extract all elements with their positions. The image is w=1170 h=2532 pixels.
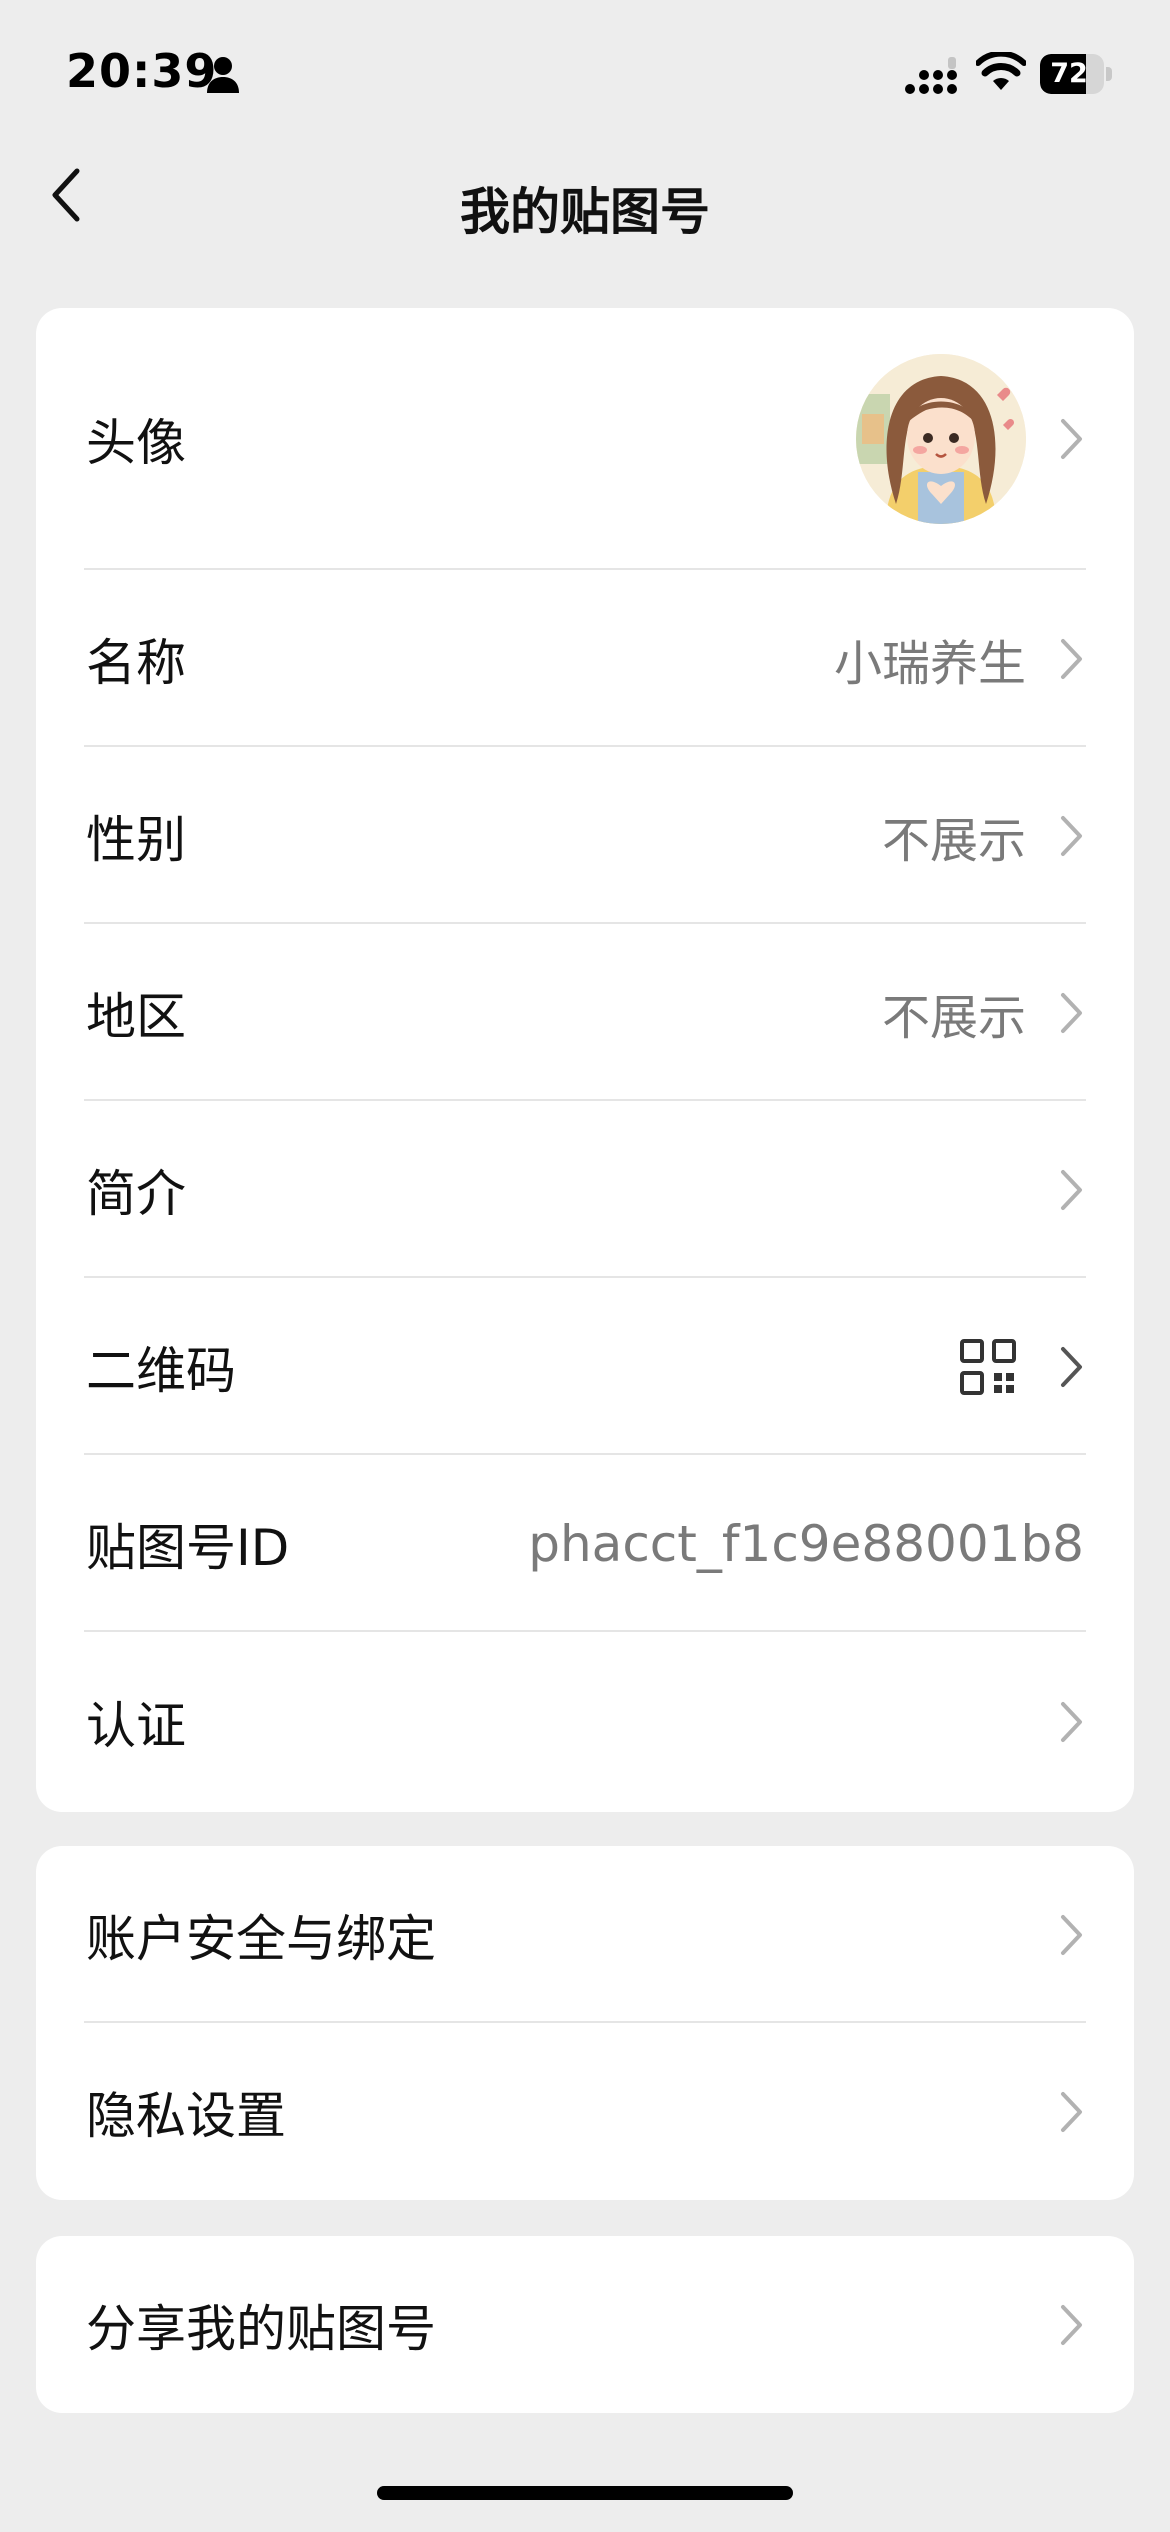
status-time: 20:39	[66, 44, 218, 98]
wifi-icon	[976, 52, 1026, 90]
status-bar: 20:39 72	[0, 0, 1170, 150]
chevron-right-icon	[1061, 2091, 1082, 2132]
row-name[interactable]: 名称 小瑞养生	[36, 570, 1134, 747]
row-label: 名称	[86, 633, 186, 692]
chevron-right-icon	[1061, 638, 1082, 679]
row-region[interactable]: 地区 不展示	[36, 924, 1134, 1101]
row-value: 不展示	[881, 989, 1026, 1046]
profile-card: 头像 名称 小瑞养生 性别 不展示 地区 不展示 简介 二维码 贴图号ID ph…	[36, 308, 1134, 1812]
row-label: 地区	[86, 987, 186, 1046]
row-bio[interactable]: 简介	[36, 1101, 1134, 1278]
chevron-right-icon	[1061, 815, 1082, 856]
row-share-account[interactable]: 分享我的贴图号	[36, 2236, 1134, 2413]
avatar	[856, 354, 1026, 524]
row-privacy-settings[interactable]: 隐私设置	[36, 2023, 1134, 2200]
chevron-right-icon	[1061, 2304, 1082, 2345]
row-label: 隐私设置	[86, 2086, 286, 2145]
row-label: 头像	[86, 414, 186, 472]
row-qr-code[interactable]: 二维码	[36, 1278, 1134, 1455]
person-icon	[207, 57, 239, 93]
signal-icon	[905, 57, 957, 94]
chevron-right-icon	[1061, 419, 1082, 459]
page-title: 我的贴图号	[460, 183, 710, 241]
battery-icon: 72	[1040, 54, 1112, 94]
row-label: 简介	[86, 1164, 186, 1223]
row-avatar[interactable]: 头像	[36, 308, 1134, 570]
row-label: 认证	[86, 1697, 186, 1755]
row-value: 小瑞养生	[833, 635, 1026, 692]
row-label: 贴图号ID	[86, 1518, 290, 1577]
row-gender[interactable]: 性别 不展示	[36, 747, 1134, 924]
chevron-right-icon	[1061, 1702, 1082, 1742]
share-card: 分享我的贴图号	[36, 2236, 1134, 2413]
battery-percentage: 72	[1050, 58, 1088, 89]
chevron-right-icon	[1061, 1914, 1082, 1955]
row-value: 不展示	[881, 812, 1026, 869]
row-label: 性别	[86, 810, 186, 869]
chevron-right-icon	[1061, 1169, 1082, 1210]
row-verification[interactable]: 认证	[36, 1632, 1134, 1812]
row-label: 二维码	[86, 1341, 236, 1400]
chevron-right-icon	[1061, 1346, 1082, 1387]
row-account-security[interactable]: 账户安全与绑定	[36, 1846, 1134, 2023]
qr-code-icon	[960, 1338, 1016, 1395]
row-label: 账户安全与绑定	[86, 1909, 436, 1968]
chevron-right-icon	[1061, 992, 1082, 1033]
row-label: 分享我的贴图号	[86, 2299, 436, 2358]
account-id-value: phacct_f1c9e88001b8	[528, 1514, 1084, 1573]
account-card: 账户安全与绑定 隐私设置	[36, 1846, 1134, 2200]
row-account-id: 贴图号ID phacct_f1c9e88001b8	[36, 1455, 1134, 1632]
home-indicator[interactable]	[377, 2486, 793, 2500]
